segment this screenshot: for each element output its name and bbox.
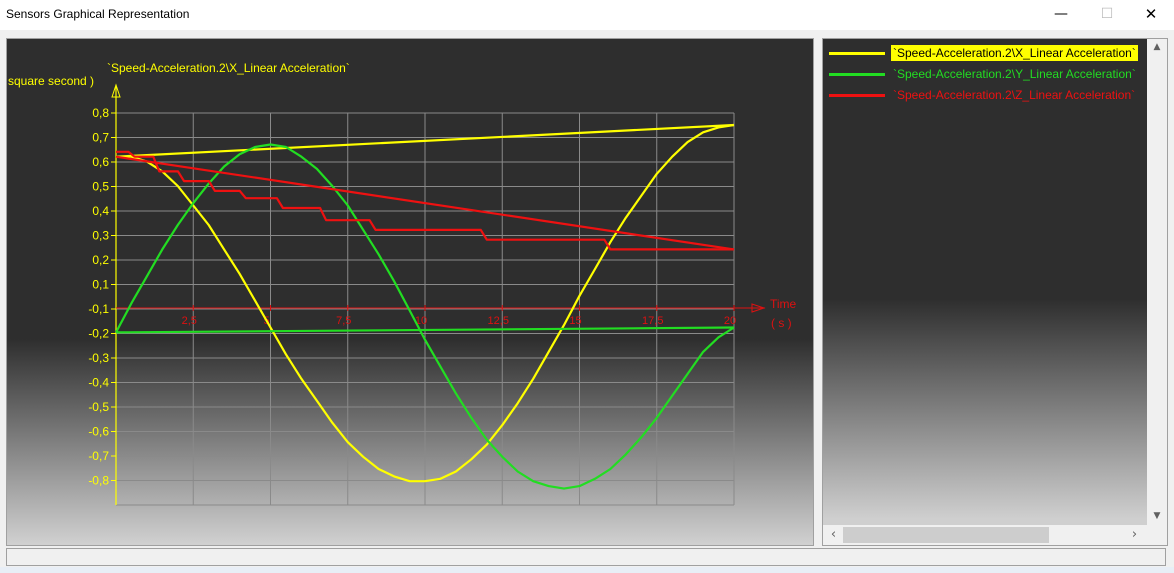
y-tick-label: 0,2	[92, 253, 109, 267]
x-tick-label: 15	[569, 315, 581, 327]
scroll-corner	[1147, 525, 1167, 545]
legend-swatch	[829, 94, 885, 97]
legend-label: `Speed-Acceleration.2\X_Linear Accelerat…	[891, 45, 1138, 61]
down-arrow-icon[interactable]: ▼	[1147, 508, 1167, 525]
chart-svg: 0,8 0,7 0,6 0,5 0,4 0,3 0,2 0,1 -0,1 -0,2 -0,3 -0,4…	[8, 61, 797, 506]
y-tick-label: 0,3	[92, 229, 109, 243]
y-tick-label: -0,2	[88, 327, 109, 341]
y-axis-label: square second )	[8, 74, 94, 88]
minimize-button[interactable]: —	[1038, 0, 1084, 30]
legend-label: `Speed-Acceleration.2\Y_Linear Accelerat…	[893, 67, 1136, 81]
y-tick-label: 0,1	[92, 278, 109, 292]
x-tick-label: 20	[724, 315, 736, 327]
close-button[interactable]: ✕	[1128, 0, 1174, 30]
y-tick-label: -0,5	[88, 400, 109, 414]
right-arrow-icon[interactable]: ›	[1126, 525, 1143, 545]
title-bar[interactable]: Sensors Graphical Representation — ☐ ✕	[0, 0, 1174, 30]
x-tick-label: 7,5	[336, 315, 351, 327]
x-tick-label: 17,5	[642, 315, 663, 327]
x-tick-label: 2,5	[182, 315, 197, 327]
chart-panel[interactable]: 0,8 0,7 0,6 0,5 0,4 0,3 0,2 0,1 -0,1 -0,2 -0,3 -0,4…	[6, 38, 814, 546]
x-axis-unit: ( s )	[771, 316, 792, 330]
y-tick-label: -0,3	[88, 351, 109, 365]
legend-label: `Speed-Acceleration.2\Z_Linear Accelerat…	[893, 88, 1136, 102]
left-arrow-icon[interactable]: ‹	[825, 525, 842, 545]
y-tick-label: 0,4	[92, 204, 109, 218]
window-title: Sensors Graphical Representation	[6, 7, 190, 21]
x-axis-label: Time	[770, 297, 797, 311]
y-tick-label: 0,7	[92, 131, 109, 145]
horizontal-scroll-thumb[interactable]	[843, 527, 1049, 543]
legend-list: `Speed-Acceleration.2\X_Linear Accelerat…	[823, 39, 1147, 523]
close-icon: ✕	[1144, 5, 1158, 23]
legend-swatch	[829, 52, 885, 55]
legend-item[interactable]: `Speed-Acceleration.2\Y_Linear Accelerat…	[823, 65, 1147, 83]
y-tick-label: 0,8	[92, 106, 109, 120]
up-arrow-icon[interactable]: ▲	[1147, 39, 1167, 56]
y-tick-label: 0,5	[92, 180, 109, 194]
bottom-strip	[0, 567, 1174, 573]
legend-item[interactable]: `Speed-Acceleration.2\Z_Linear Accelerat…	[823, 86, 1147, 104]
y-tick-label: -0,1	[88, 302, 109, 316]
chart-title: `Speed-Acceleration.2\X_Linear Accelerat…	[107, 61, 350, 75]
legend-swatch	[829, 73, 885, 76]
maximize-icon: ☐	[1100, 6, 1114, 22]
y-tick-label: -0,7	[88, 449, 109, 463]
y-tick-label: -0,4	[88, 376, 109, 390]
y-tick-label: 0,6	[92, 155, 109, 169]
legend-item[interactable]: `Speed-Acceleration.2\X_Linear Accelerat…	[823, 44, 1147, 62]
vertical-scrollbar[interactable]: ▲ ▼	[1147, 39, 1167, 525]
x-tick-label: 12,5	[488, 315, 509, 327]
y-tick-label: -0,8	[88, 474, 109, 488]
legend-panel[interactable]: `Speed-Acceleration.2\X_Linear Accelerat…	[822, 38, 1168, 546]
status-bar	[6, 548, 1166, 566]
minimize-icon: —	[1054, 6, 1068, 22]
maximize-button[interactable]: ☐	[1084, 0, 1130, 30]
y-tick-label: -0,6	[88, 425, 109, 439]
horizontal-scrollbar[interactable]: ‹ ›	[823, 525, 1149, 545]
